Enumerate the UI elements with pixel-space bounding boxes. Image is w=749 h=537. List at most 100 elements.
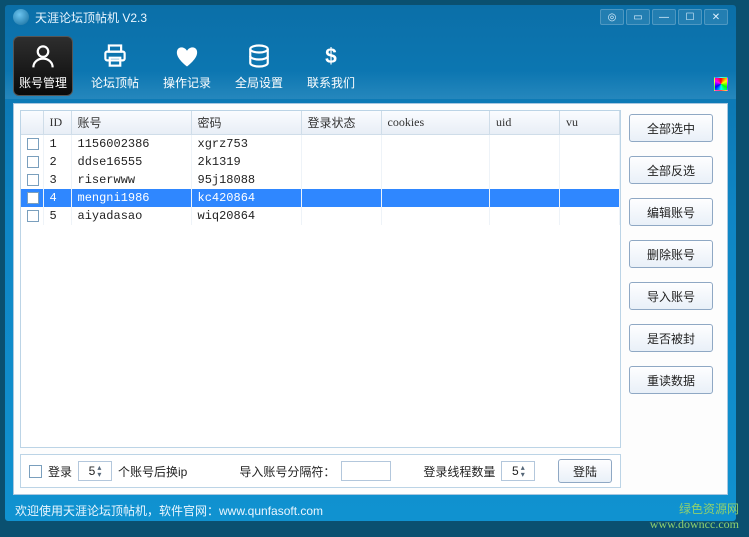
- after-ip-label: 个账号后换ip: [118, 463, 187, 480]
- accounts-table: ID 账号 密码 登录状态 cookies uid vu 11156002386…: [20, 110, 621, 448]
- toolbar-label: 账号管理: [19, 74, 67, 91]
- side-button-5[interactable]: 是否被封: [629, 324, 713, 352]
- col-cookies[interactable]: cookies: [381, 111, 490, 135]
- dollar-icon: $: [317, 42, 345, 70]
- db-icon: [245, 42, 273, 70]
- cell-vu: [560, 189, 620, 207]
- toolbar-label: 联系我们: [307, 74, 355, 91]
- cell-cookies: [381, 189, 490, 207]
- separator-input[interactable]: [341, 461, 391, 481]
- table-row[interactable]: 2ddse165552k1319: [21, 153, 620, 171]
- col-password[interactable]: 密码: [191, 111, 301, 135]
- cell-id: 4: [43, 189, 71, 207]
- cell-status: [301, 189, 381, 207]
- cell-vu: [560, 135, 620, 154]
- toolbar-heart-button[interactable]: 操作记录: [157, 36, 217, 96]
- cell-uid: [490, 135, 560, 154]
- app-icon: [13, 9, 29, 25]
- cell-account: riserwww: [71, 171, 191, 189]
- settings-button[interactable]: ▭: [626, 9, 650, 25]
- side-buttons: 全部选中全部反选编辑账号删除账号导入账号是否被封重读数据: [629, 110, 721, 488]
- table-row[interactable]: 5aiyadasaowiq20864: [21, 207, 620, 225]
- col-id[interactable]: ID: [43, 111, 71, 135]
- toolbar-printer-button[interactable]: 论坛顶帖: [85, 36, 145, 96]
- row-checkbox[interactable]: [27, 156, 39, 168]
- cell-id: 1: [43, 135, 71, 154]
- spinner-arrows-icon: ▴▾: [521, 464, 525, 478]
- cell-password: wiq20864: [191, 207, 301, 225]
- ip-count-spinner[interactable]: 5 ▴▾: [78, 461, 112, 481]
- window-title: 天涯论坛顶帖机 V2.3: [35, 9, 147, 26]
- row-checkbox[interactable]: [27, 138, 39, 150]
- login-label: 登录: [48, 463, 72, 480]
- cell-account: ddse16555: [71, 153, 191, 171]
- side-button-0[interactable]: 全部选中: [629, 114, 713, 142]
- row-checkbox[interactable]: [27, 174, 39, 186]
- cell-id: 5: [43, 207, 71, 225]
- heart-icon: [173, 42, 201, 70]
- cell-password: 2k1319: [191, 153, 301, 171]
- cell-cookies: [381, 135, 490, 154]
- app-window: 天涯论坛顶帖机 V2.3 ◎ ▭ — ☐ ✕ 账号管理 论坛顶帖 操作记录 全局设置 $…: [4, 4, 737, 522]
- cell-status: [301, 135, 381, 154]
- login-checkbox[interactable]: [29, 465, 42, 478]
- threads-value: 5: [512, 464, 519, 478]
- cell-status: [301, 153, 381, 171]
- spinner-arrows-icon: ▴▾: [97, 464, 101, 478]
- close-button[interactable]: ✕: [704, 9, 728, 25]
- side-button-4[interactable]: 导入账号: [629, 282, 713, 310]
- col-login-status[interactable]: 登录状态: [301, 111, 381, 135]
- minimize-button[interactable]: —: [652, 9, 676, 25]
- bottom-bar: 登录 5 ▴▾ 个账号后换ip 导入账号分隔符： 登录线程数量 5 ▴▾ 登陆: [20, 454, 621, 488]
- side-button-2[interactable]: 编辑账号: [629, 198, 713, 226]
- cell-password: xgrz753: [191, 135, 301, 154]
- col-uid[interactable]: uid: [490, 111, 560, 135]
- col-account[interactable]: 账号: [71, 111, 191, 135]
- cell-status: [301, 207, 381, 225]
- printer-icon: [101, 42, 129, 70]
- row-checkbox[interactable]: [27, 210, 39, 222]
- table-row[interactable]: 4mengni1986kc420864: [21, 189, 620, 207]
- help-button[interactable]: ◎: [600, 9, 624, 25]
- side-button-1[interactable]: 全部反选: [629, 156, 713, 184]
- ip-count-value: 5: [89, 464, 96, 478]
- cell-account: 1156002386: [71, 135, 191, 154]
- toolbar-dollar-button[interactable]: $ 联系我们: [301, 36, 361, 96]
- cell-password: 95j18088: [191, 171, 301, 189]
- side-button-6[interactable]: 重读数据: [629, 366, 713, 394]
- cell-password: kc420864: [191, 189, 301, 207]
- toolbar-label: 全局设置: [235, 74, 283, 91]
- maximize-button[interactable]: ☐: [678, 9, 702, 25]
- cell-id: 3: [43, 171, 71, 189]
- cell-cookies: [381, 207, 490, 225]
- col-vu[interactable]: vu: [560, 111, 620, 135]
- separator-label: 导入账号分隔符：: [239, 463, 335, 480]
- threads-spinner[interactable]: 5 ▴▾: [501, 461, 535, 481]
- toolbar: 账号管理 论坛顶帖 操作记录 全局设置 $ 联系我们: [5, 29, 736, 99]
- toolbar-label: 论坛顶帖: [91, 74, 139, 91]
- cell-status: [301, 171, 381, 189]
- toolbar-db-button[interactable]: 全局设置: [229, 36, 289, 96]
- toolbar-user-button[interactable]: 账号管理: [13, 36, 73, 96]
- table-header-row: ID 账号 密码 登录状态 cookies uid vu: [21, 111, 620, 135]
- table-row[interactable]: 11156002386xgrz753: [21, 135, 620, 154]
- cell-cookies: [381, 153, 490, 171]
- cell-uid: [490, 189, 560, 207]
- toolbar-label: 操作记录: [163, 74, 211, 91]
- table-body: 11156002386xgrz7532ddse165552k13193riser…: [21, 135, 620, 226]
- left-pane: ID 账号 密码 登录状态 cookies uid vu 11156002386…: [20, 110, 621, 488]
- row-checkbox[interactable]: [27, 192, 39, 204]
- user-icon: [29, 42, 57, 70]
- cell-uid: [490, 171, 560, 189]
- col-check[interactable]: [21, 111, 43, 135]
- cell-account: mengni1986: [71, 189, 191, 207]
- threads-label: 登录线程数量: [423, 463, 495, 480]
- side-button-3[interactable]: 删除账号: [629, 240, 713, 268]
- table-row[interactable]: 3riserwww95j18088: [21, 171, 620, 189]
- cell-uid: [490, 207, 560, 225]
- cell-account: aiyadasao: [71, 207, 191, 225]
- cell-vu: [560, 153, 620, 171]
- login-button[interactable]: 登陆: [558, 459, 612, 483]
- cell-uid: [490, 153, 560, 171]
- color-picker-icon[interactable]: [714, 77, 728, 91]
